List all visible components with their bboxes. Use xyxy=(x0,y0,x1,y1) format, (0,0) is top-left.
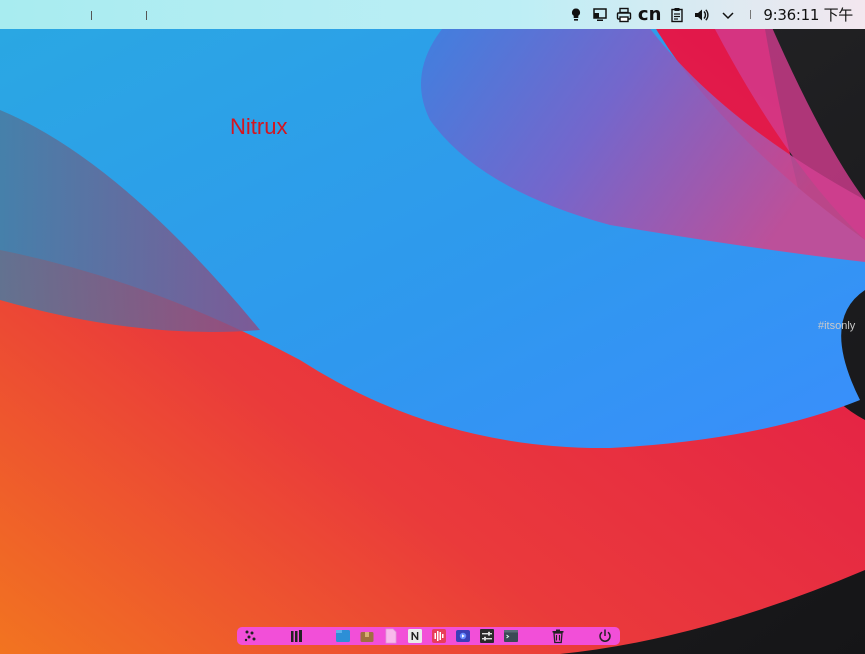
notes-icon[interactable] xyxy=(407,628,423,644)
terminal-icon[interactable] xyxy=(503,628,519,644)
package-icon[interactable] xyxy=(359,628,375,644)
lightbulb-icon[interactable] xyxy=(567,6,585,24)
power-icon[interactable] xyxy=(597,628,613,644)
system-tray: cn 9:36:11 下午 xyxy=(564,0,865,29)
tray-separator xyxy=(750,10,752,19)
dock xyxy=(237,627,620,645)
clipboard-icon[interactable] xyxy=(668,6,686,24)
volume-icon[interactable] xyxy=(692,6,710,24)
desktop-wallpaper xyxy=(0,0,865,654)
keyboard-layout-indicator[interactable]: cn xyxy=(638,4,661,25)
library-icon[interactable] xyxy=(289,628,305,644)
app-launcher-icon[interactable] xyxy=(242,628,258,644)
display-icon[interactable] xyxy=(591,6,609,24)
printer-icon[interactable] xyxy=(615,6,633,24)
trash-icon[interactable] xyxy=(550,628,566,644)
desktop-label: Nitrux xyxy=(230,114,288,139)
audio-icon[interactable] xyxy=(431,628,447,644)
chevron-down-icon[interactable] xyxy=(719,6,737,24)
panel-separator xyxy=(91,11,92,20)
panel-separator xyxy=(146,11,147,20)
file-manager-icon[interactable] xyxy=(335,628,351,644)
document-icon[interactable] xyxy=(383,628,399,644)
wallpaper-watermark: #itsonly xyxy=(818,320,856,332)
clock[interactable]: 9:36:11 下午 xyxy=(763,4,853,25)
media-player-icon[interactable] xyxy=(455,628,471,644)
top-panel: cn 9:36:11 下午 xyxy=(0,0,865,29)
system-settings-icon[interactable] xyxy=(479,628,495,644)
